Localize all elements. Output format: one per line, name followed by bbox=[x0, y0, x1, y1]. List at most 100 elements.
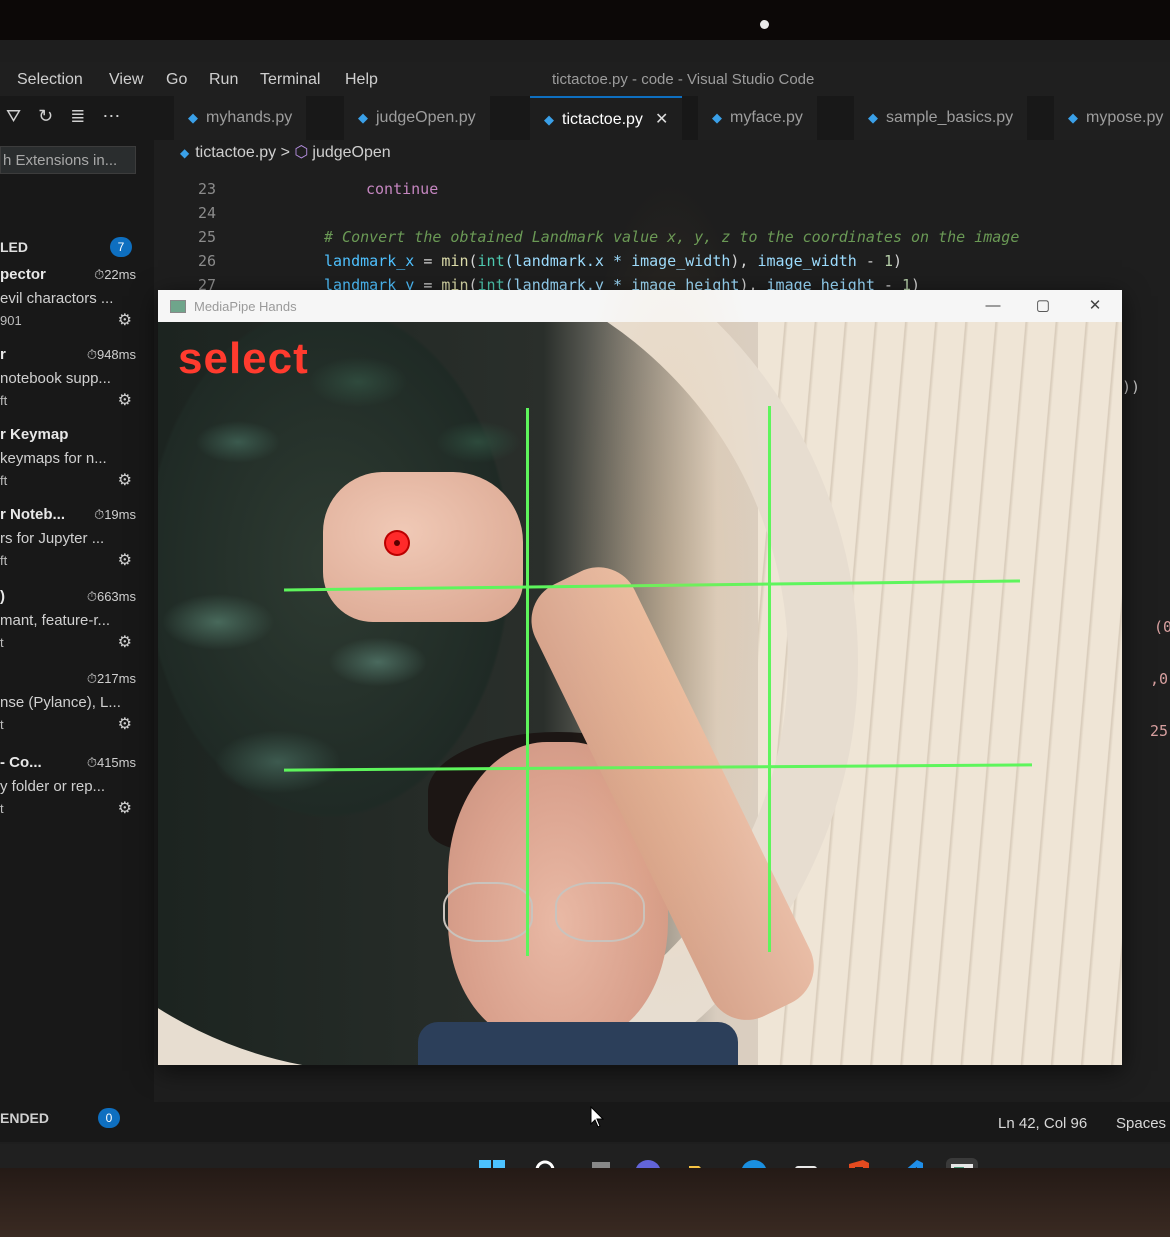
grid-line-vertical-1 bbox=[526, 408, 529, 956]
recommended-section-label[interactable]: ENDED bbox=[0, 1110, 49, 1126]
close-icon[interactable]: ✕ bbox=[655, 111, 668, 128]
extension-item[interactable]: pector ⏱22ms evil charactors ... 901 ⚙ bbox=[0, 266, 150, 344]
indentation-status[interactable]: Spaces bbox=[1116, 1115, 1166, 1132]
extension-item[interactable]: ) ⏱663ms mant, feature-r... t ⚙ bbox=[0, 588, 150, 666]
extension-name: r Noteb... bbox=[0, 506, 66, 523]
extension-description: y folder or rep... bbox=[0, 778, 106, 795]
menu-run[interactable]: Run bbox=[209, 71, 238, 89]
gear-icon[interactable]: ⚙ bbox=[118, 310, 132, 330]
symbol-method-icon: ⬡ bbox=[294, 144, 309, 161]
cursor-position-status[interactable]: Ln 42, Col 96 bbox=[998, 1115, 1087, 1132]
code-line-25: # Convert the obtained Landmark value x,… bbox=[324, 228, 1020, 246]
python-file-icon: ◆ bbox=[1068, 110, 1078, 125]
fingertip-landmark-marker bbox=[386, 532, 408, 554]
sidebar-toolbar: ⛛ ↻ ≣ ⋯ bbox=[6, 106, 132, 130]
python-file-icon: ◆ bbox=[544, 112, 554, 127]
extension-publisher: ft bbox=[0, 393, 8, 408]
filter-icon[interactable]: ⛛ bbox=[6, 106, 21, 127]
line-number: 24 bbox=[197, 204, 216, 222]
gear-icon[interactable]: ⚙ bbox=[118, 714, 132, 734]
tab-sample-basics[interactable]: ◆ sample_basics.py bbox=[854, 96, 1028, 140]
extension-description: mant, feature-r... bbox=[0, 612, 111, 629]
tab-mypose[interactable]: ◆ mypose.py bbox=[1054, 96, 1170, 140]
python-file-icon: ◆ bbox=[868, 110, 878, 125]
tab-myface[interactable]: ◆ myface.py bbox=[698, 96, 817, 140]
extension-publisher: t bbox=[0, 717, 4, 732]
extension-item[interactable]: - Co... ⏱415ms y folder or rep... t ⚙ bbox=[0, 754, 150, 832]
extension-description: keymaps for n... bbox=[0, 450, 107, 467]
app-icon bbox=[170, 300, 186, 313]
installed-section-header[interactable]: LED 7 bbox=[0, 234, 150, 260]
extension-description: rs for Jupyter ... bbox=[0, 530, 105, 547]
extension-item[interactable]: ⏱217ms nse (Pylance), L... t ⚙ bbox=[0, 670, 150, 748]
grid-line-vertical-2 bbox=[768, 406, 771, 952]
code-fragment: (0 bbox=[1154, 618, 1170, 636]
clear-icon[interactable]: ≣ bbox=[70, 106, 85, 127]
activation-time: ⏱948ms bbox=[86, 347, 136, 362]
monitor-bezel-bottom bbox=[0, 1168, 1170, 1237]
code-line-26: landmark_x = min(int(landmark.x * image_… bbox=[324, 252, 902, 270]
close-icon[interactable]: ✕ bbox=[1072, 294, 1118, 318]
code-fragment: ,0, bbox=[1150, 670, 1170, 688]
gear-icon[interactable]: ⚙ bbox=[118, 390, 132, 410]
gear-icon[interactable]: ⚙ bbox=[118, 470, 132, 490]
minimize-icon[interactable]: — bbox=[970, 294, 1016, 318]
gear-icon[interactable]: ⚙ bbox=[118, 550, 132, 570]
activation-time: ⏱19ms bbox=[94, 507, 136, 522]
menu-go[interactable]: Go bbox=[166, 71, 187, 89]
editor-tab-bar: ◆ myhands.py ◆ judgeOpen.py ◆ tictactoe.py ✕… bbox=[154, 96, 1170, 140]
refresh-icon[interactable]: ↻ bbox=[38, 106, 53, 127]
installed-count-badge: 7 bbox=[110, 237, 132, 257]
gear-icon[interactable]: ⚙ bbox=[118, 632, 132, 652]
tab-myhands[interactable]: ◆ myhands.py bbox=[174, 96, 307, 140]
extension-item[interactable]: r Noteb... ⏱19ms rs for Jupyter ... ft ⚙ bbox=[0, 506, 150, 584]
extensions-sidebar: ⛛ ↻ ≣ ⋯ h Extensions in... LED 7 pector … bbox=[0, 96, 154, 1116]
breadcrumb: ◆ tictactoe.py > ⬡ judgeOpen bbox=[154, 140, 1170, 166]
menu-selection[interactable]: Selection bbox=[17, 71, 83, 89]
tab-judgeopen[interactable]: ◆ judgeOpen.py bbox=[344, 96, 490, 140]
extension-description: evil charactors ... bbox=[0, 290, 114, 307]
mediapipe-title-bar[interactable]: MediaPipe Hands — ▢ ✕ bbox=[158, 290, 1122, 322]
gear-icon[interactable]: ⚙ bbox=[118, 798, 132, 818]
bottom-panel: ENDED 0 Ln 42, Col 96 Spaces bbox=[0, 1102, 1170, 1142]
code-fragment: )) bbox=[1122, 378, 1141, 396]
extension-name: r Keymap bbox=[0, 426, 69, 443]
maximize-icon[interactable]: ▢ bbox=[1020, 294, 1066, 318]
window-title: tictactoe.py - code - Visual Studio Code bbox=[552, 71, 815, 88]
extension-description: notebook supp... bbox=[0, 370, 111, 387]
chevron-right-icon: > bbox=[280, 144, 295, 161]
extension-publisher: t bbox=[0, 635, 4, 650]
person-glasses bbox=[443, 882, 663, 942]
code-line-23: continue bbox=[366, 180, 439, 198]
line-number: 26 bbox=[197, 252, 216, 270]
line-number: 23 bbox=[197, 180, 216, 198]
python-file-icon: ◆ bbox=[712, 110, 722, 125]
gesture-status-label: select bbox=[178, 334, 309, 383]
extension-search-input[interactable]: h Extensions in... bbox=[0, 146, 136, 174]
tab-tictactoe[interactable]: ◆ tictactoe.py ✕ bbox=[530, 96, 683, 140]
installed-section-label: LED bbox=[0, 239, 28, 255]
webcam-indicator bbox=[760, 20, 769, 29]
windows-taskbar bbox=[0, 1144, 1170, 1170]
extension-publisher: t bbox=[0, 801, 4, 816]
recommended-count-badge: 0 bbox=[98, 1108, 120, 1128]
extension-publisher: ft bbox=[0, 553, 8, 568]
menu-help[interactable]: Help bbox=[345, 71, 378, 89]
person-shirt bbox=[418, 1022, 738, 1065]
extension-description: nse (Pylance), L... bbox=[0, 694, 121, 711]
python-file-icon: ◆ bbox=[358, 110, 368, 125]
activation-time: ⏱415ms bbox=[86, 755, 136, 770]
more-actions-icon[interactable]: ⋯ bbox=[102, 106, 120, 127]
mediapipe-window-title: MediaPipe Hands bbox=[194, 299, 297, 314]
extension-item[interactable]: r Keymap keymaps for n... ft ⚙ bbox=[0, 426, 150, 504]
breadcrumb-symbol[interactable]: judgeOpen bbox=[312, 144, 390, 161]
extension-name: r bbox=[0, 346, 6, 363]
line-number: 25 bbox=[197, 228, 216, 246]
extension-publisher: 901 bbox=[0, 313, 22, 328]
extension-publisher: ft bbox=[0, 473, 8, 488]
breadcrumb-file[interactable]: tictactoe.py bbox=[195, 144, 276, 161]
mediapipe-hands-window[interactable]: MediaPipe Hands — ▢ ✕ select bbox=[158, 290, 1122, 1065]
menu-view[interactable]: View bbox=[109, 71, 143, 89]
menu-terminal[interactable]: Terminal bbox=[260, 71, 320, 89]
extension-item[interactable]: r ⏱948ms notebook supp... ft ⚙ bbox=[0, 346, 150, 424]
